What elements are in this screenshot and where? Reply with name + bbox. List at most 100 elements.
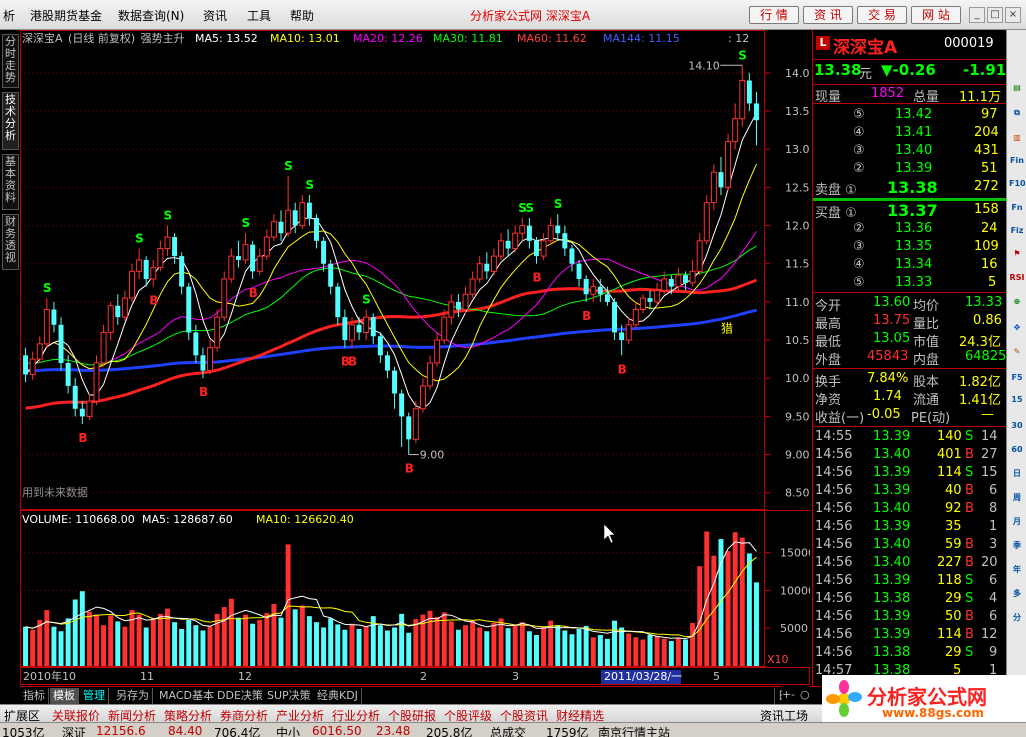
volume-bar [725, 551, 731, 666]
tab-macd[interactable]: MACD基本 [156, 688, 218, 704]
rt-finance-icon[interactable]: Fin [1009, 153, 1025, 169]
quotes-button[interactable]: 行 情 [749, 6, 799, 24]
candle-body [200, 355, 206, 371]
candle-body [36, 343, 43, 360]
rt-line-icon[interactable]: ⧉ [1009, 105, 1025, 121]
volume-bar [292, 609, 298, 666]
price-tick-label: 13.00 [785, 143, 810, 156]
zoom-in-button[interactable]: + [782, 688, 791, 701]
rt-fiz-icon[interactable]: Fiz [1009, 223, 1025, 239]
candle-body [342, 317, 348, 341]
maximize-icon[interactable]: □ [987, 7, 1003, 23]
candle-body [434, 339, 441, 364]
volume-bar [179, 628, 185, 666]
rt-minute-icon[interactable]: 分 [1009, 610, 1025, 626]
buy-signal-icon: B [532, 271, 541, 285]
rt-chart-icon[interactable]: ▤ [1009, 80, 1025, 96]
rt-pen-icon[interactable]: ✎ [1009, 344, 1025, 360]
minimize-icon[interactable]: _ [969, 7, 985, 23]
news-button[interactable]: 资 讯 [803, 6, 853, 24]
candle-body [143, 259, 149, 279]
menu-info[interactable]: 资讯 [203, 7, 227, 24]
tick-price: 13.40 [873, 501, 911, 516]
rt-60-icon[interactable]: 60 [1009, 442, 1025, 458]
menu-hk-futures[interactable]: 港股期货基金 [30, 7, 102, 24]
tick-count: 9 [989, 645, 998, 660]
rt-day-icon[interactable]: 日 [1009, 466, 1025, 482]
rt-week-icon[interactable]: 周 [1009, 490, 1025, 506]
rt-month-icon[interactable]: 月 [1009, 514, 1025, 530]
rt-move-icon[interactable]: ✥ [1009, 320, 1025, 336]
trade-button[interactable]: 交 易 [857, 6, 907, 24]
panel-header: L 深深宝A 000019 [813, 33, 1007, 58]
tick-row: 14:56 13.39 35 1 [813, 518, 1007, 536]
menu-analysis[interactable]: 析 [3, 7, 15, 24]
menu-help[interactable]: 帮助 [290, 7, 314, 24]
buy-level: ⑤ 13.33 5 [853, 275, 997, 290]
rt-15-icon[interactable]: 15 [1009, 392, 1025, 408]
ma144-label: MA144: 11.15 [603, 32, 680, 45]
tick-time: 14:56 [815, 519, 853, 534]
tab-financials[interactable]: 财务透视 [2, 214, 19, 270]
menu-bar: 析 港股期货基金 数据查询(N) 资讯 工具 帮助 分析家公式网 深深宝A 行 … [0, 0, 1026, 30]
tab-sup[interactable]: SUP决策 [264, 688, 315, 704]
tab-dde[interactable]: DDE决策 [214, 688, 267, 704]
candle-body [270, 221, 277, 238]
candle-body [292, 210, 298, 226]
tick-time: 14:55 [815, 429, 853, 444]
rt-multi-icon[interactable]: 多 [1009, 586, 1025, 602]
tab-kdj[interactable]: 经典KDJ [314, 688, 362, 704]
rt-f10-icon[interactable]: F10 [1009, 176, 1026, 192]
tick-side: S [965, 573, 974, 588]
tab-technical-analysis[interactable]: 技术分析 [2, 92, 19, 150]
tick-count: 8 [989, 501, 998, 516]
rt-season-icon[interactable]: 季 [1009, 538, 1025, 554]
volume-bar [363, 625, 369, 666]
price-tick-label: 11.00 [785, 296, 810, 309]
rt-year-icon[interactable]: 年 [1009, 562, 1025, 578]
tick-volume: 40 [945, 483, 962, 498]
rt-blank-icon[interactable] [1009, 40, 1025, 56]
tab-manage[interactable]: 管理 [80, 688, 109, 704]
tab-intraday[interactable]: 分时走势 [2, 34, 19, 88]
volume-bar [633, 637, 639, 666]
tick-row: 14:56 13.38 29 S 4 [813, 590, 1007, 608]
tab-indicator[interactable]: 指标 [20, 688, 49, 704]
menu-tools[interactable]: 工具 [247, 7, 271, 24]
menu-data-query[interactable]: 数据查询(N) [118, 7, 184, 24]
rt-flag-icon[interactable]: ⚑ [1009, 246, 1025, 262]
rt-rsi-icon[interactable]: RSI [1009, 270, 1025, 286]
tick-count: 6 [989, 573, 998, 588]
rt-f5-icon[interactable]: F5 [1009, 370, 1025, 386]
low-label: 9.00 [420, 449, 445, 462]
candle-body [583, 279, 589, 295]
chart-period: (日线 前复权) [68, 31, 135, 45]
tick-volume: 114 [937, 627, 962, 642]
rt-add-icon[interactable]: ⊕ [1009, 294, 1025, 310]
reset-button[interactable]: ○ [800, 688, 810, 701]
tab-template[interactable]: 模板 [50, 688, 79, 704]
volume-bar [321, 627, 327, 666]
tick-row: 14:56 13.40 92 B 8 [813, 500, 1007, 518]
kline-chart[interactable]: 14.109.00SBSBSBSBSSBBSBSSBSBBS猎 14.0013.… [20, 30, 817, 685]
website-button[interactable]: 网 站 [911, 6, 961, 24]
tick-volume: 50 [945, 609, 962, 624]
tab-fundamentals[interactable]: 基本资料 [2, 154, 19, 210]
candle-body [632, 309, 639, 326]
chart-area[interactable]: 14.109.00SBSBSBSBSSBBSBSSBSBBS猎 14.0013.… [20, 30, 817, 685]
volume-bar [349, 623, 355, 666]
stock-badge-icon: L [816, 36, 830, 50]
candle-body [214, 316, 221, 349]
rt-30-icon[interactable]: 30 [1009, 418, 1025, 434]
extra-label: : 12 [728, 32, 749, 45]
zoom-out-button[interactable]: - [791, 688, 795, 701]
candle-body [363, 316, 370, 333]
tick-time: 14:56 [815, 627, 853, 642]
rt-candle-icon[interactable]: ▥ [1009, 130, 1025, 146]
candle-body [562, 233, 568, 249]
tab-save-as[interactable]: 另存为 [113, 688, 153, 704]
volume-ma5-label: MA5: 128687.60 [142, 513, 233, 526]
tick-row: 14:56 13.40 227 B 20 [813, 554, 1007, 572]
rt-fn-icon[interactable]: Fn [1009, 200, 1025, 216]
close-icon[interactable]: × [1005, 7, 1021, 23]
